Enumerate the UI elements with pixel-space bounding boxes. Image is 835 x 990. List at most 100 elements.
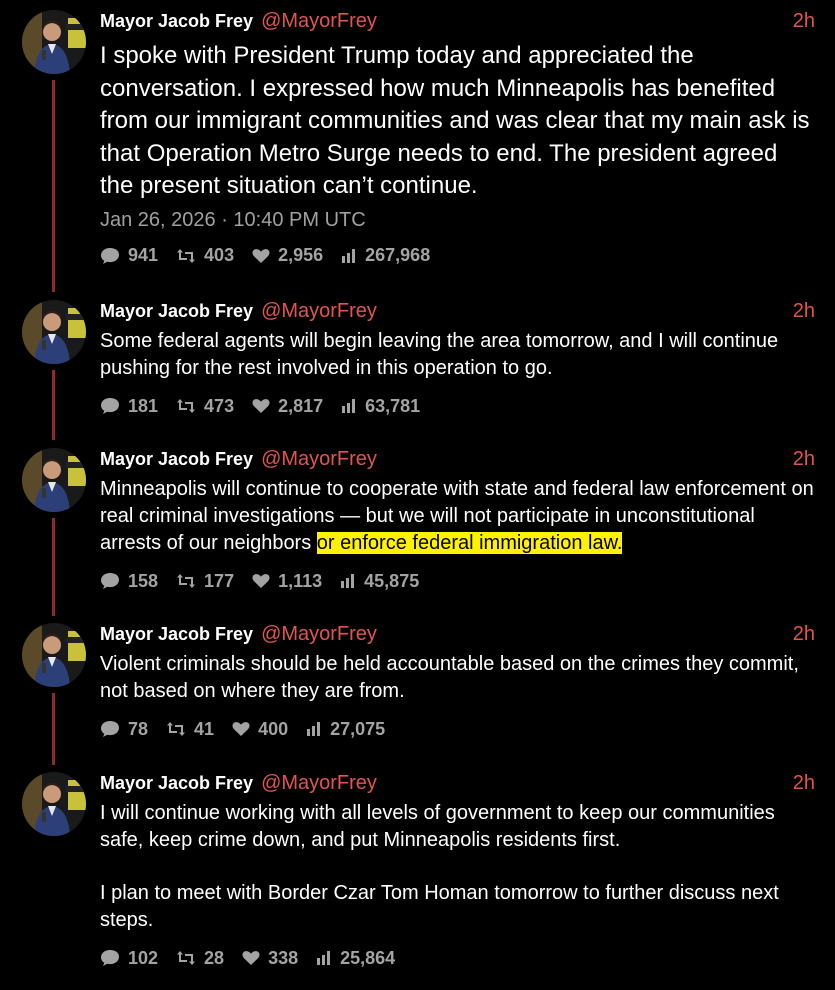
heart-icon bbox=[242, 951, 260, 965]
thread-line bbox=[52, 518, 55, 616]
thread-line bbox=[52, 370, 55, 440]
views-button[interactable]: 267,968 bbox=[341, 245, 430, 266]
tweet-time[interactable]: 2h bbox=[793, 772, 815, 795]
reply-count: 181 bbox=[128, 395, 159, 416]
author-name[interactable]: Mayor Jacob Frey bbox=[100, 11, 253, 32]
highlighted-text: or enforce federal immigration law. bbox=[316, 532, 623, 554]
comment-bubble-icon bbox=[101, 247, 119, 264]
tweet-date[interactable]: Jan 26, 2026 · 10:40 PM UTC bbox=[100, 209, 815, 232]
avatar[interactable] bbox=[22, 300, 86, 364]
author-handle[interactable]: @MayorFrey bbox=[261, 448, 377, 471]
retweet-arrows-icon bbox=[177, 951, 196, 965]
views-button[interactable]: 63,781 bbox=[341, 396, 420, 417]
views-count: 45,875 bbox=[364, 570, 420, 591]
comment-bubble-icon bbox=[101, 398, 119, 414]
reply-count: 158 bbox=[128, 570, 159, 591]
author-name[interactable]: Mayor Jacob Frey bbox=[100, 624, 253, 645]
tweet-stats: 102 28 338 25,864 bbox=[100, 946, 815, 970]
heart-icon bbox=[252, 248, 270, 263]
tweet-paragraph: Some federal agents will begin leaving t… bbox=[100, 330, 779, 379]
bar-chart-icon bbox=[342, 248, 356, 263]
views-count: 25,864 bbox=[340, 947, 396, 968]
like-count: 2,956 bbox=[278, 245, 324, 265]
retweet-arrows-icon bbox=[177, 248, 196, 263]
thread-line bbox=[52, 80, 55, 292]
retweet-count: 473 bbox=[204, 395, 235, 416]
retweet-count: 403 bbox=[204, 245, 235, 265]
tweet-stats: 78 41 400 27,075 bbox=[100, 717, 815, 741]
tweet-text: I spoke with President Trump today and a… bbox=[100, 40, 815, 203]
tweet-text: I will continue working with all levels … bbox=[100, 800, 815, 934]
retweet-arrows-icon bbox=[177, 399, 196, 413]
heart-icon bbox=[252, 399, 270, 413]
retweet-button[interactable]: 28 bbox=[176, 948, 224, 969]
reply-button[interactable]: 181 bbox=[100, 396, 158, 417]
like-button[interactable]: 2,817 bbox=[252, 396, 323, 417]
retweet-count: 177 bbox=[204, 570, 235, 591]
retweet-arrows-icon bbox=[177, 574, 196, 588]
like-button[interactable]: 1,113 bbox=[252, 571, 322, 592]
author-name[interactable]: Mayor Jacob Frey bbox=[100, 301, 253, 322]
tweet-time[interactable]: 2h bbox=[793, 623, 815, 646]
reply-button[interactable]: 941 bbox=[100, 245, 158, 266]
reply-button[interactable]: 78 bbox=[100, 719, 148, 740]
reply-count: 941 bbox=[128, 245, 159, 265]
comment-bubble-icon bbox=[101, 573, 119, 589]
avatar[interactable] bbox=[22, 623, 86, 687]
retweet-arrows-icon bbox=[167, 722, 186, 736]
thread-line bbox=[52, 693, 55, 765]
retweet-button[interactable]: 41 bbox=[166, 719, 214, 740]
author-name[interactable]: Mayor Jacob Frey bbox=[100, 773, 253, 794]
retweet-count: 28 bbox=[204, 947, 225, 968]
retweet-button[interactable]: 403 bbox=[176, 245, 234, 266]
like-button[interactable]: 400 bbox=[232, 719, 288, 740]
author-handle[interactable]: @MayorFrey bbox=[261, 623, 377, 646]
reply-count: 102 bbox=[128, 947, 159, 968]
comment-bubble-icon bbox=[101, 950, 119, 966]
bar-chart-icon bbox=[342, 399, 356, 413]
avatar[interactable] bbox=[22, 448, 86, 512]
comment-bubble-icon bbox=[101, 721, 119, 737]
like-button[interactable]: 338 bbox=[242, 948, 298, 969]
tweet-stats: 181 473 2,817 63,781 bbox=[100, 394, 815, 418]
bar-chart-icon bbox=[341, 574, 355, 588]
tweet-text: Violent criminals should be held account… bbox=[100, 651, 815, 705]
like-button[interactable]: 2,956 bbox=[252, 245, 323, 266]
tweet-text: Minneapolis will continue to cooperate w… bbox=[100, 476, 815, 557]
views-count: 63,781 bbox=[365, 395, 421, 416]
reply-button[interactable]: 102 bbox=[100, 948, 158, 969]
bar-chart-icon bbox=[317, 951, 331, 965]
author-name[interactable]: Mayor Jacob Frey bbox=[100, 449, 253, 470]
tweet-text: Some federal agents will begin leaving t… bbox=[100, 328, 815, 382]
tweet-stats: 941 403 2,956 267,968 bbox=[100, 244, 815, 268]
tweet-time[interactable]: 2h bbox=[793, 448, 815, 471]
tweet-paragraph: Minneapolis will continue to cooperate w… bbox=[100, 476, 815, 557]
heart-icon bbox=[252, 574, 270, 588]
author-handle[interactable]: @MayorFrey bbox=[261, 10, 377, 33]
retweet-button[interactable]: 177 bbox=[176, 571, 234, 592]
avatar[interactable] bbox=[22, 10, 86, 74]
views-button[interactable]: 45,875 bbox=[340, 571, 419, 592]
retweet-button[interactable]: 473 bbox=[176, 396, 234, 417]
author-handle[interactable]: @MayorFrey bbox=[261, 772, 377, 795]
views-button[interactable]: 25,864 bbox=[316, 948, 395, 969]
author-handle[interactable]: @MayorFrey bbox=[261, 300, 377, 323]
tweet-paragraph: I will continue working with all levels … bbox=[100, 802, 775, 851]
avatar[interactable] bbox=[22, 772, 86, 836]
views-button[interactable]: 27,075 bbox=[306, 719, 385, 740]
heart-icon bbox=[232, 722, 250, 736]
tweet-time[interactable]: 2h bbox=[793, 300, 815, 323]
tweet-time[interactable]: 2h bbox=[793, 10, 815, 33]
like-count: 2,817 bbox=[278, 395, 324, 416]
tweet-stats: 158 177 1,113 45,875 bbox=[100, 569, 815, 593]
tweet-paragraph: I spoke with President Trump today and a… bbox=[100, 42, 810, 199]
reply-count: 78 bbox=[128, 718, 149, 739]
like-count: 400 bbox=[258, 718, 289, 739]
retweet-count: 41 bbox=[194, 718, 215, 739]
tweet-paragraph: I plan to meet with Border Czar Tom Homa… bbox=[100, 882, 779, 931]
views-count: 267,968 bbox=[365, 245, 431, 265]
bar-chart-icon bbox=[307, 722, 321, 736]
like-count: 1,113 bbox=[278, 570, 323, 591]
reply-button[interactable]: 158 bbox=[100, 571, 158, 592]
tweet-thread: Mayor Jacob Frey @MayorFrey 2h I spoke w… bbox=[0, 0, 835, 990]
